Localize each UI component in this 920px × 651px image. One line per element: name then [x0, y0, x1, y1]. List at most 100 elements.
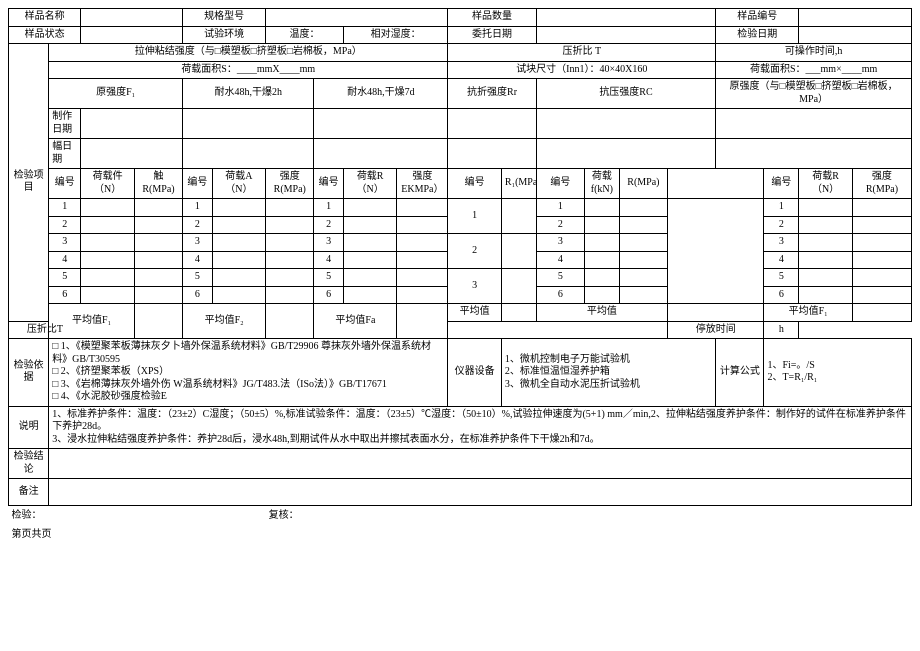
avg-comp-label: 平均值 [536, 304, 667, 322]
test-date-value [799, 26, 912, 44]
col-no-3: 编号 [314, 169, 343, 199]
orig-f1-header: 原强度F₁ [49, 79, 183, 109]
make-date-4 [448, 109, 536, 139]
pause-time-value: h [764, 321, 799, 339]
flex-ratio-bottom-label: 压折比T [9, 321, 81, 339]
spec-model-label: 规格型号 [183, 9, 266, 27]
load-area-s: 荷载面积S：____mmX____mm [49, 61, 448, 79]
inspection-form: 样品名称 规格型号 样品数量 样品编号 样品状态 试验环境 温度： 相对湿度： … [8, 8, 912, 543]
sample-qty-label: 样品数量 [448, 9, 536, 27]
workable-header: 可操作时间,h [716, 44, 912, 62]
comp-rc-header: 抗压强度RC [536, 79, 715, 109]
specimen-size: 试块尺寸（Inn1）：40×40X160 [448, 61, 716, 79]
cell-d-no-1: 1 [448, 199, 502, 234]
rh-label: 相对湿度： [343, 26, 447, 44]
conclusion-label: 检验结论 [9, 449, 49, 479]
cell-f-no-1: 1 [764, 199, 799, 217]
cell-c-no-1: 1 [314, 199, 343, 217]
load-area-s2: 荷载面积S：___mm×____mm [716, 61, 912, 79]
remarks-value [49, 479, 912, 506]
instructions-text: 1、标准养护条件：温度：（23±2）C湿度；（50±5）%,标准试验条件：温度：… [49, 406, 912, 449]
col-no-1: 编号 [49, 169, 81, 199]
sample-name-value [81, 9, 183, 27]
reviewer-label: 复核： [266, 506, 912, 525]
remarks-label: 备注 [9, 479, 49, 506]
sample-qty-value [536, 9, 715, 27]
row-date-label: 幅日期 [49, 139, 81, 169]
row-date-3 [314, 139, 448, 169]
col-load-n: 荷载件（N） [81, 169, 135, 199]
make-date-1 [81, 109, 183, 139]
entrust-date-value [536, 26, 715, 44]
page-number: 第页共页 [9, 525, 912, 544]
col-r-influence: 触R(MPa) [134, 169, 182, 199]
temp-label: 温度： [266, 26, 344, 44]
avg-fr-value [852, 304, 911, 322]
col-blank-right [668, 169, 764, 199]
cell-b-no-1: 1 [183, 199, 212, 217]
spec-model-value [266, 9, 448, 27]
flex-ratio-header: 压折比 T [448, 44, 716, 62]
avg-flex-label: 平均值 [448, 304, 502, 322]
avg-flex-value [501, 304, 536, 322]
col-r1: R₁(MPa) [501, 169, 536, 199]
col-no-4: 编号 [448, 169, 502, 199]
instructions-label: 说明 [9, 406, 49, 449]
entrust-date-label: 委托日期 [448, 26, 536, 44]
sample-name-label: 样品名称 [9, 9, 81, 27]
test-env-label: 试验环境 [183, 26, 266, 44]
col-strength-ek: 强度EKMPa） [397, 169, 448, 199]
col-no-6: 编号 [764, 169, 799, 199]
row-date-1 [81, 139, 183, 169]
row-date-6 [716, 139, 912, 169]
make-date-3 [314, 109, 448, 139]
inspector-label: 检验： [9, 506, 266, 525]
calc-label: 计算公式 [716, 339, 764, 407]
flex-ratio-bottom-value [448, 321, 668, 339]
sample-state-value [81, 26, 183, 44]
make-date-6 [716, 109, 912, 139]
col-load-r2: 荷载R（N） [799, 169, 853, 199]
cell-a-no-1: 1 [49, 199, 81, 217]
test-basis-label: 检验依据 [9, 339, 49, 407]
avg-f1-value [134, 304, 182, 339]
row-date-5 [536, 139, 715, 169]
cell-reserved [668, 199, 764, 304]
row-date-2 [183, 139, 314, 169]
flex-rr-header: 抗折强度Rr [448, 79, 536, 109]
pause-time-label: 停放时间 [668, 321, 764, 339]
equip-text: 1、微机控制电子万能试验机 2、标准恒温恒湿养护箱 3、微机全自动水泥压折试验机 [501, 339, 715, 407]
col-no-2: 编号 [183, 169, 212, 199]
col-load-r: 荷载R（N） [343, 169, 397, 199]
col-load-kn: 荷载f(kN) [584, 169, 619, 199]
sample-no-label: 样品编号 [716, 9, 799, 27]
avg-f2-label: 平均值F₂ [183, 304, 266, 339]
tensile-header: 拉伸粘结强度（与□模塑板□挤塑板□岩棉板，MPa） [49, 44, 448, 62]
col-strength-r2: 强度R(MPa) [266, 169, 314, 199]
test-date-label: 检验日期 [716, 26, 799, 44]
avg-comp-value [668, 304, 764, 322]
equip-label: 仪器设备 [448, 339, 502, 407]
col-no-5: 编号 [536, 169, 584, 199]
cell-e-no-1: 1 [536, 199, 584, 217]
water-48-7-header: 耐水48h,干燥7d [314, 79, 448, 109]
col-r-mpa: R(MPa) [619, 169, 667, 199]
col-strength-r3: 强度R(MPa) [852, 169, 911, 199]
avg-fr-label: 平均值F₁ [764, 304, 852, 322]
water-48-2-header: 耐水48h,干爆2h [183, 79, 314, 109]
make-date-label: 制作日期 [49, 109, 81, 139]
avg-f2-value [266, 304, 314, 339]
make-date-2 [183, 109, 314, 139]
row-date-4 [448, 139, 536, 169]
sample-no-value [799, 9, 912, 27]
make-date-5 [536, 109, 715, 139]
test-basis-text: □ 1、《模塑聚苯板薄抹灰夕卜墙外保温系统材料》GB/T29906 尊抹灰外墙外… [49, 339, 448, 407]
avg-fa-value [397, 304, 448, 339]
col-load-a: 荷载A（N） [212, 169, 266, 199]
sample-state-label: 样品状态 [9, 26, 81, 44]
calc-text: 1、Fi=。/S 2、T=R₁/R₁ [764, 339, 912, 407]
test-items-label: 检验项目 [9, 44, 49, 322]
avg-fa-label: 平均值Fa [314, 304, 397, 339]
conclusion-value [49, 449, 912, 479]
orig-strength-right-header: 原强度（与□模塑板□挤塑板□岩棉板，MPa） [716, 79, 912, 109]
